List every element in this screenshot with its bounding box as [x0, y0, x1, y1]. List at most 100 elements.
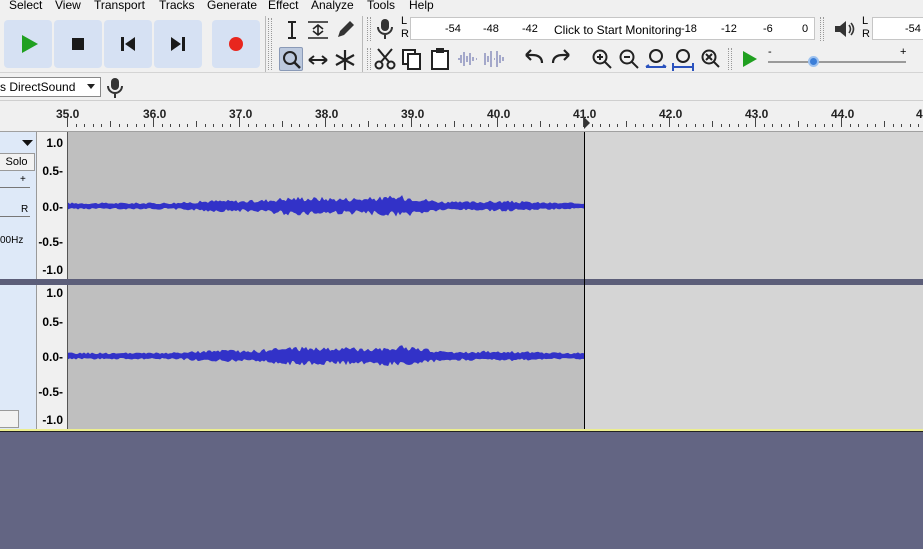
amp-label: -1.0 [42, 263, 63, 277]
audio-host-select[interactable]: s DirectSound [0, 77, 101, 97]
zoom-in-button[interactable] [590, 47, 614, 71]
menu-tools[interactable]: Tools [367, 0, 395, 13]
ruler-tick [858, 124, 859, 127]
zoom-in-icon [592, 49, 612, 69]
tracks-area[interactable]: Solo + R 00Hz 1.0 0.5- 0.0- -0.5- -1.0 1… [0, 132, 923, 429]
ruler-tick [119, 124, 120, 127]
audio-host-value: s DirectSound [0, 80, 76, 94]
ruler-tick [101, 124, 102, 127]
ruler-tick [471, 124, 472, 127]
envelope-tool[interactable] [306, 18, 330, 42]
menu-analyze[interactable]: Analyze [311, 0, 354, 13]
pan-slider[interactable] [0, 216, 30, 217]
meter-tick: -42 [522, 23, 538, 35]
playback-meter-r: R [862, 28, 870, 40]
selection-tool[interactable] [280, 18, 304, 42]
track-control-panel[interactable] [0, 285, 37, 429]
microphone-icon[interactable] [374, 17, 396, 41]
meter-tick: -48 [483, 23, 499, 35]
menu-generate[interactable]: Generate [207, 0, 257, 13]
waveform-track-1[interactable] [68, 132, 923, 279]
draw-tool[interactable] [333, 18, 357, 42]
speed-plus: + [900, 46, 907, 58]
silence-button[interactable] [482, 47, 506, 71]
amp-label: 1.0 [46, 286, 63, 300]
collapse-button[interactable] [0, 410, 19, 428]
ruler-tick [428, 124, 429, 127]
ruler-tick [867, 124, 868, 127]
ruler-label: 42.0 [659, 107, 683, 121]
track-control-panel[interactable]: Solo + R 00Hz [0, 132, 37, 279]
ruler-tick [617, 124, 618, 127]
toolbar-grip[interactable] [728, 48, 732, 70]
trim-button[interactable] [455, 47, 479, 71]
menu-tracks[interactable]: Tracks [159, 0, 195, 13]
ruler-tick [480, 124, 481, 127]
chevron-down-icon [87, 84, 95, 89]
time-shift-tool[interactable] [306, 48, 330, 72]
zoom-toggle-button[interactable] [698, 47, 722, 71]
record-monitor-text[interactable]: Click to Start Monitoring [554, 23, 681, 37]
ruler-tick [660, 124, 661, 127]
playback-meter[interactable]: -54 [872, 17, 923, 40]
toolbar-separator [362, 16, 363, 72]
track-menu-chevron-icon[interactable] [22, 140, 34, 148]
speaker-icon[interactable] [832, 18, 856, 40]
record-icon [229, 37, 243, 51]
multi-tool[interactable] [333, 48, 357, 72]
skip-to-start-button[interactable] [104, 20, 152, 68]
toolbar-grip[interactable] [268, 18, 272, 70]
menu-help[interactable]: Help [409, 0, 434, 13]
pencil-icon [338, 21, 354, 37]
zoom-out-icon [619, 49, 639, 69]
play-head-icon[interactable] [583, 117, 591, 129]
gain-slider[interactable] [0, 187, 30, 188]
toolbar-grip[interactable] [367, 48, 371, 70]
ruler-tick [574, 124, 575, 127]
toolbar-grip[interactable] [367, 17, 371, 41]
paste-button[interactable] [428, 47, 452, 71]
ruler-tick [566, 124, 567, 127]
record-button[interactable] [212, 20, 260, 68]
ruler-tick [402, 124, 403, 127]
play-at-speed-button[interactable] [737, 47, 761, 71]
undo-button[interactable] [522, 47, 546, 71]
toolbar-grip[interactable] [820, 17, 824, 41]
ruler-tick [299, 124, 300, 127]
menu-view[interactable]: View [55, 0, 81, 13]
skip-end-icon [171, 37, 185, 51]
menu-transport[interactable]: Transport [94, 0, 145, 13]
speed-slider-thumb[interactable] [808, 56, 819, 67]
ruler-tick [807, 124, 808, 127]
ruler-tick [325, 117, 326, 127]
ruler-tick [230, 124, 231, 127]
ruler-tick [755, 117, 756, 127]
menu-effect[interactable]: Effect [268, 0, 298, 13]
stop-button[interactable] [54, 20, 102, 68]
timeline-ruler[interactable]: 35.0 36.0 37.0 38.0 39.0 40.0 41.0 42.0 … [0, 101, 923, 132]
ruler-tick [153, 117, 154, 127]
copy-button[interactable] [400, 47, 424, 71]
play-button[interactable] [4, 20, 52, 68]
fit-selection-button[interactable] [644, 47, 668, 71]
record-meter[interactable]: -54 -48 -42 Click to Start Monitoring -1… [410, 17, 815, 40]
stop-icon [72, 38, 84, 50]
ruler-tick [497, 117, 498, 127]
skip-to-end-button[interactable] [154, 20, 202, 68]
redo-button[interactable] [549, 47, 573, 71]
speed-slider-track[interactable] [768, 61, 906, 63]
microphone-icon[interactable] [105, 77, 125, 99]
fit-project-button[interactable] [671, 47, 695, 71]
empty-track-area[interactable] [0, 433, 923, 549]
menu-select[interactable]: Select [9, 0, 42, 13]
amp-label: 0.5- [42, 164, 63, 178]
zoom-out-button[interactable] [617, 47, 641, 71]
solo-button[interactable]: Solo [0, 153, 35, 171]
ruler-tick [789, 124, 790, 127]
zoom-tool[interactable] [279, 47, 303, 71]
meter-tick: -6 [763, 23, 773, 35]
waveform-track-2[interactable] [68, 285, 923, 429]
ruler-label: 37.0 [229, 107, 253, 121]
meter-tick: -54 [905, 23, 921, 35]
cut-button[interactable] [373, 47, 397, 71]
